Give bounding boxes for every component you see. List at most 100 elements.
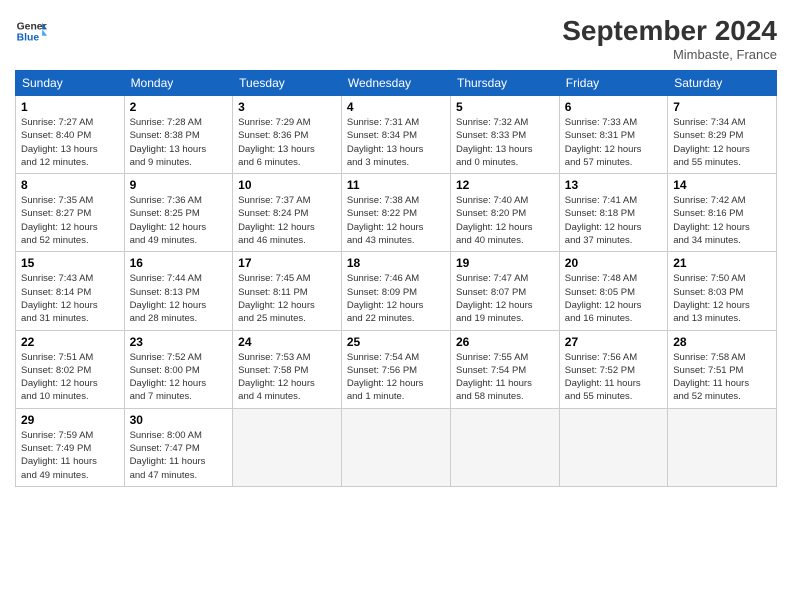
- header-monday: Monday: [124, 71, 233, 96]
- day-info: Sunrise: 7:38 AM Sunset: 8:22 PM Dayligh…: [347, 194, 445, 247]
- day-number: 1: [21, 100, 119, 114]
- day-info: Sunrise: 8:00 AM Sunset: 7:47 PM Dayligh…: [130, 429, 228, 482]
- day-cell: [233, 408, 342, 486]
- day-info: Sunrise: 7:37 AM Sunset: 8:24 PM Dayligh…: [238, 194, 336, 247]
- day-number: 13: [565, 178, 662, 192]
- day-number: 23: [130, 335, 228, 349]
- header-tuesday: Tuesday: [233, 71, 342, 96]
- day-cell: 27 Sunrise: 7:56 AM Sunset: 7:52 PM Dayli…: [559, 330, 667, 408]
- day-number: 7: [673, 100, 771, 114]
- month-title: September 2024: [562, 15, 777, 47]
- day-number: 26: [456, 335, 554, 349]
- day-info: Sunrise: 7:48 AM Sunset: 8:05 PM Dayligh…: [565, 272, 662, 325]
- day-cell: [668, 408, 777, 486]
- header-friday: Friday: [559, 71, 667, 96]
- day-info: Sunrise: 7:47 AM Sunset: 8:07 PM Dayligh…: [456, 272, 554, 325]
- day-info: Sunrise: 7:32 AM Sunset: 8:33 PM Dayligh…: [456, 116, 554, 169]
- day-cell: 5Sunrise: 7:32 AM Sunset: 8:33 PM Daylig…: [450, 96, 559, 174]
- day-cell: 20 Sunrise: 7:48 AM Sunset: 8:05 PM Dayli…: [559, 252, 667, 330]
- day-cell: 11 Sunrise: 7:38 AM Sunset: 8:22 PM Dayli…: [341, 174, 450, 252]
- day-number: 2: [130, 100, 228, 114]
- day-cell: 25Sunrise: 7:54 AM Sunset: 7:56 PM Dayli…: [341, 330, 450, 408]
- day-info: Sunrise: 7:45 AM Sunset: 8:11 PM Dayligh…: [238, 272, 336, 325]
- day-cell: 3 Sunrise: 7:29 AM Sunset: 8:36 PM Daylig…: [233, 96, 342, 174]
- day-number: 14: [673, 178, 771, 192]
- day-info: Sunrise: 7:42 AM Sunset: 8:16 PM Dayligh…: [673, 194, 771, 247]
- day-info: Sunrise: 7:29 AM Sunset: 8:36 PM Dayligh…: [238, 116, 336, 169]
- day-number: 20: [565, 256, 662, 270]
- day-cell: 6 Sunrise: 7:33 AM Sunset: 8:31 PM Daylig…: [559, 96, 667, 174]
- day-number: 24: [238, 335, 336, 349]
- day-cell: 1Sunrise: 7:27 AM Sunset: 8:40 PM Daylig…: [16, 96, 125, 174]
- day-cell: 7 Sunrise: 7:34 AM Sunset: 8:29 PM Daylig…: [668, 96, 777, 174]
- day-cell: 26 Sunrise: 7:55 AM Sunset: 7:54 PM Dayli…: [450, 330, 559, 408]
- day-cell: 22 Sunrise: 7:51 AM Sunset: 8:02 PM Dayli…: [16, 330, 125, 408]
- day-info: Sunrise: 7:53 AM Sunset: 7:58 PM Dayligh…: [238, 351, 336, 404]
- day-info: Sunrise: 7:56 AM Sunset: 7:52 PM Dayligh…: [565, 351, 662, 404]
- day-number: 17: [238, 256, 336, 270]
- day-number: 9: [130, 178, 228, 192]
- day-cell: 2 Sunrise: 7:28 AM Sunset: 8:38 PM Daylig…: [124, 96, 233, 174]
- day-info: Sunrise: 7:43 AM Sunset: 8:14 PM Dayligh…: [21, 272, 119, 325]
- day-number: 19: [456, 256, 554, 270]
- day-cell: 30 Sunrise: 8:00 AM Sunset: 7:47 PM Dayli…: [124, 408, 233, 486]
- day-info: Sunrise: 7:34 AM Sunset: 8:29 PM Dayligh…: [673, 116, 771, 169]
- calendar-table: Sunday Monday Tuesday Wednesday Thursday…: [15, 70, 777, 487]
- header: General Blue September 2024 Mimbaste, Fr…: [15, 15, 777, 62]
- svg-text:Blue: Blue: [17, 33, 40, 44]
- day-cell: 18 Sunrise: 7:46 AM Sunset: 8:09 PM Dayli…: [341, 252, 450, 330]
- day-number: 4: [347, 100, 445, 114]
- day-info: Sunrise: 7:59 AM Sunset: 7:49 PM Dayligh…: [21, 429, 119, 482]
- day-info: Sunrise: 7:44 AM Sunset: 8:13 PM Dayligh…: [130, 272, 228, 325]
- day-cell: 14 Sunrise: 7:42 AM Sunset: 8:16 PM Dayli…: [668, 174, 777, 252]
- day-number: 3: [238, 100, 336, 114]
- week-row-5: 29Sunrise: 7:59 AM Sunset: 7:49 PM Dayli…: [16, 408, 777, 486]
- day-number: 30: [130, 413, 228, 427]
- week-row-2: 8 Sunrise: 7:35 AM Sunset: 8:27 PM Daylig…: [16, 174, 777, 252]
- day-cell: 17 Sunrise: 7:45 AM Sunset: 8:11 PM Dayli…: [233, 252, 342, 330]
- week-row-3: 15 Sunrise: 7:43 AM Sunset: 8:14 PM Dayli…: [16, 252, 777, 330]
- day-cell: 4Sunrise: 7:31 AM Sunset: 8:34 PM Daylig…: [341, 96, 450, 174]
- day-info: Sunrise: 7:28 AM Sunset: 8:38 PM Dayligh…: [130, 116, 228, 169]
- day-number: 16: [130, 256, 228, 270]
- day-info: Sunrise: 7:50 AM Sunset: 8:03 PM Dayligh…: [673, 272, 771, 325]
- day-cell: 21 Sunrise: 7:50 AM Sunset: 8:03 PM Dayli…: [668, 252, 777, 330]
- day-info: Sunrise: 7:55 AM Sunset: 7:54 PM Dayligh…: [456, 351, 554, 404]
- day-cell: 28Sunrise: 7:58 AM Sunset: 7:51 PM Dayli…: [668, 330, 777, 408]
- day-number: 22: [21, 335, 119, 349]
- day-cell: 15 Sunrise: 7:43 AM Sunset: 8:14 PM Dayli…: [16, 252, 125, 330]
- week-row-4: 22 Sunrise: 7:51 AM Sunset: 8:02 PM Dayli…: [16, 330, 777, 408]
- day-cell: 13 Sunrise: 7:41 AM Sunset: 8:18 PM Dayli…: [559, 174, 667, 252]
- day-cell: [450, 408, 559, 486]
- logo-icon: General Blue: [15, 15, 47, 47]
- logo: General Blue: [15, 15, 47, 47]
- day-number: 27: [565, 335, 662, 349]
- day-number: 11: [347, 178, 445, 192]
- day-cell: 23Sunrise: 7:52 AM Sunset: 8:00 PM Dayli…: [124, 330, 233, 408]
- day-info: Sunrise: 7:40 AM Sunset: 8:20 PM Dayligh…: [456, 194, 554, 247]
- day-number: 25: [347, 335, 445, 349]
- day-info: Sunrise: 7:51 AM Sunset: 8:02 PM Dayligh…: [21, 351, 119, 404]
- day-info: Sunrise: 7:41 AM Sunset: 8:18 PM Dayligh…: [565, 194, 662, 247]
- day-info: Sunrise: 7:33 AM Sunset: 8:31 PM Dayligh…: [565, 116, 662, 169]
- day-number: 8: [21, 178, 119, 192]
- header-saturday: Saturday: [668, 71, 777, 96]
- day-info: Sunrise: 7:35 AM Sunset: 8:27 PM Dayligh…: [21, 194, 119, 247]
- day-cell: 19 Sunrise: 7:47 AM Sunset: 8:07 PM Dayli…: [450, 252, 559, 330]
- day-info: Sunrise: 7:46 AM Sunset: 8:09 PM Dayligh…: [347, 272, 445, 325]
- day-cell: 29Sunrise: 7:59 AM Sunset: 7:49 PM Dayli…: [16, 408, 125, 486]
- day-cell: 12 Sunrise: 7:40 AM Sunset: 8:20 PM Dayli…: [450, 174, 559, 252]
- day-number: 21: [673, 256, 771, 270]
- day-number: 12: [456, 178, 554, 192]
- header-wednesday: Wednesday: [341, 71, 450, 96]
- week-row-1: 1Sunrise: 7:27 AM Sunset: 8:40 PM Daylig…: [16, 96, 777, 174]
- day-number: 18: [347, 256, 445, 270]
- header-thursday: Thursday: [450, 71, 559, 96]
- day-cell: 24 Sunrise: 7:53 AM Sunset: 7:58 PM Dayli…: [233, 330, 342, 408]
- day-cell: 9Sunrise: 7:36 AM Sunset: 8:25 PM Daylig…: [124, 174, 233, 252]
- day-number: 6: [565, 100, 662, 114]
- page-container: General Blue September 2024 Mimbaste, Fr…: [0, 0, 792, 497]
- day-number: 15: [21, 256, 119, 270]
- location: Mimbaste, France: [562, 47, 777, 62]
- day-cell: [559, 408, 667, 486]
